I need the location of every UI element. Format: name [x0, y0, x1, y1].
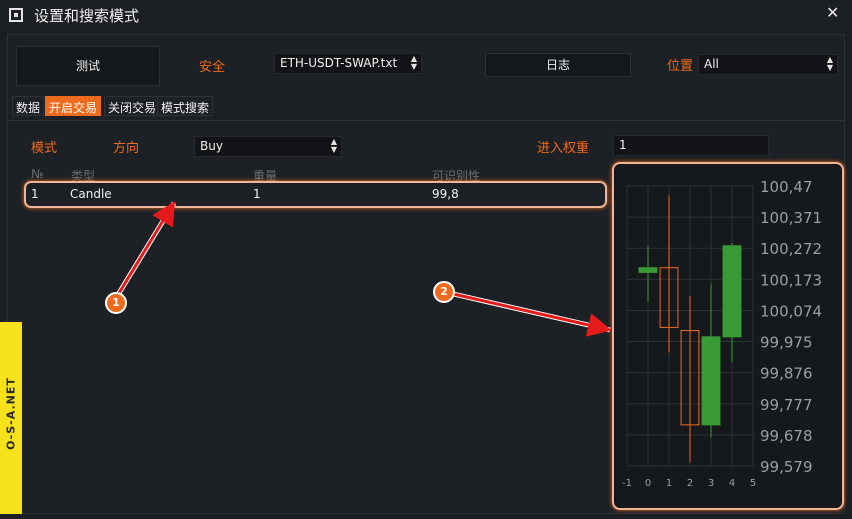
spinner-icon[interactable]: ▲ ▼: [827, 56, 833, 72]
title-bar: 设置和搜索模式 ✕: [0, 0, 852, 32]
pattern-chart-frame: [612, 162, 844, 510]
entry-weight-input[interactable]: 1: [613, 135, 769, 156]
position-select[interactable]: All ▲ ▼: [698, 54, 838, 75]
row-no: 1: [31, 187, 39, 201]
col-header-no: №: [31, 167, 44, 181]
annotation-badge-2: 2: [433, 281, 455, 303]
spinner-icon[interactable]: ▲ ▼: [411, 55, 417, 71]
security-select[interactable]: ETH-USDT-SWAP.txt ▲ ▼: [274, 53, 422, 74]
spinner-icon[interactable]: ▲ ▼: [331, 138, 337, 154]
close-icon[interactable]: ✕: [826, 3, 839, 22]
security-value: ETH-USDT-SWAP.txt: [280, 56, 398, 70]
direction-label: 方向: [113, 141, 140, 156]
log-button[interactable]: 日志: [485, 53, 631, 77]
security-label: 安全: [199, 60, 226, 75]
watermark-text: O-S-A.NET: [4, 377, 18, 450]
window-title: 设置和搜索模式: [34, 7, 140, 25]
position-value: All: [704, 57, 719, 71]
row-recognition: 99,8: [432, 187, 459, 201]
test-button[interactable]: 测试: [16, 46, 160, 86]
position-label: 位置: [667, 59, 694, 74]
annotation-badge-1: 1: [105, 292, 127, 314]
tab-pattern-search[interactable]: 模式搜索: [157, 96, 214, 116]
direction-value: Buy: [200, 139, 223, 153]
mode-label: 模式: [31, 141, 58, 156]
tab-open-trade[interactable]: 开启交易: [45, 96, 102, 116]
direction-select[interactable]: Buy ▲ ▼: [194, 136, 342, 157]
watermark-ribbon: O-S-A.NET: [0, 322, 22, 514]
tab-close-trade[interactable]: 关闭交易: [104, 96, 161, 116]
entry-weight-label: 进入权重: [537, 141, 590, 156]
tab-data[interactable]: 数据: [12, 96, 45, 116]
row-weight: 1: [253, 187, 261, 201]
row-type: Candle: [70, 187, 112, 201]
app-icon: [9, 8, 23, 22]
